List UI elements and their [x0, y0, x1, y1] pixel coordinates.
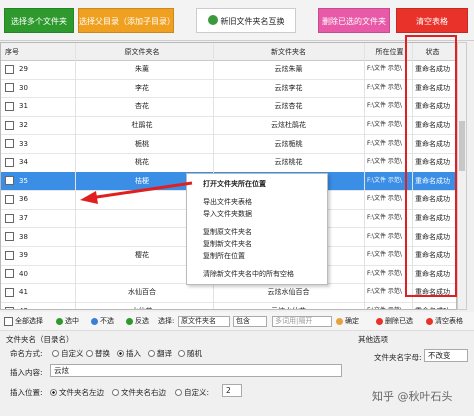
select-all-checkbox[interactable]: 全部选择 — [4, 316, 43, 326]
radio-pos-left-label: 文件夹名左边 — [59, 388, 104, 397]
radio-translate[interactable]: 翻译 — [148, 348, 172, 359]
folder-name-panel: 文件夹名（目录名） 命名方式: 自定义 替换 插入 翻译 随机 插入内容: 云炫… — [0, 332, 350, 416]
delete-checked-button[interactable]: 删除已选 — [376, 316, 413, 326]
radio-pos-custom-label: 自定义: — [184, 388, 210, 397]
choose-label: 选择: — [158, 317, 175, 325]
radio-random[interactable]: 随机 — [178, 348, 202, 359]
radio-custom[interactable]: 自定义 — [52, 348, 84, 359]
confirm-icon — [336, 317, 343, 325]
deselect-label: 不选 — [100, 317, 114, 325]
confirm-button[interactable]: 确定 — [336, 316, 359, 326]
radio-pos-custom[interactable]: 自定义: — [175, 387, 209, 398]
delete-checked-label: 删除已选 — [385, 317, 413, 325]
radio-random-label: 随机 — [187, 349, 202, 358]
other-options-title: 其他选项 — [358, 335, 388, 344]
position-label: 插入位置: — [10, 388, 43, 397]
invert-icon — [126, 317, 133, 325]
watermark: 知乎 @秋叶石头 — [372, 390, 453, 403]
clear-table-small-button[interactable]: 清空表格 — [426, 316, 463, 326]
insert-content-input[interactable]: 云炫 — [50, 364, 342, 377]
case-label: 文件夹名字母: — [374, 353, 422, 362]
radio-replace-label: 替换 — [95, 349, 110, 358]
mode-select[interactable]: 包含 — [233, 315, 267, 327]
radio-custom-label: 自定义 — [61, 349, 84, 358]
radio-pos-left[interactable]: 文件夹名左边 — [50, 387, 104, 398]
selection-bar: 全部选择 选中 不选 反选 选择: 原文件夹名 包含 多词用|隔开 确定 删除已… — [0, 312, 474, 331]
invert-button[interactable]: 反选 — [126, 316, 149, 326]
deselect-button[interactable]: 不选 — [91, 316, 114, 326]
radio-insert[interactable]: 插入 — [117, 348, 141, 359]
case-select[interactable]: 不改变 — [424, 349, 468, 362]
select-all-label: 全部选择 — [15, 317, 43, 325]
radio-replace[interactable]: 替换 — [86, 348, 110, 359]
check-icon — [56, 317, 63, 325]
select-label: 选中 — [65, 317, 79, 325]
invert-label: 反选 — [135, 317, 149, 325]
radio-pos-right[interactable]: 文件夹名右边 — [112, 387, 166, 398]
delete-icon — [376, 317, 383, 325]
field-select[interactable]: 原文件夹名 — [178, 315, 230, 327]
content-label: 插入内容: — [10, 368, 43, 377]
radio-translate-label: 翻译 — [157, 349, 172, 358]
search-input[interactable]: 多词用|隔开 — [272, 315, 332, 327]
method-label: 命名方式: — [10, 349, 43, 358]
position-custom-input[interactable]: 2 — [222, 384, 242, 397]
select-button[interactable]: 选中 — [56, 316, 79, 326]
radio-pos-right-label: 文件夹名右边 — [121, 388, 166, 397]
radio-insert-label: 插入 — [126, 349, 141, 358]
confirm-label: 确定 — [345, 317, 359, 325]
clear-icon — [426, 317, 433, 325]
panel-title: 文件夹名（目录名） — [6, 335, 74, 344]
clear-table-small-label: 清空表格 — [435, 317, 463, 325]
deselect-icon — [91, 317, 98, 325]
